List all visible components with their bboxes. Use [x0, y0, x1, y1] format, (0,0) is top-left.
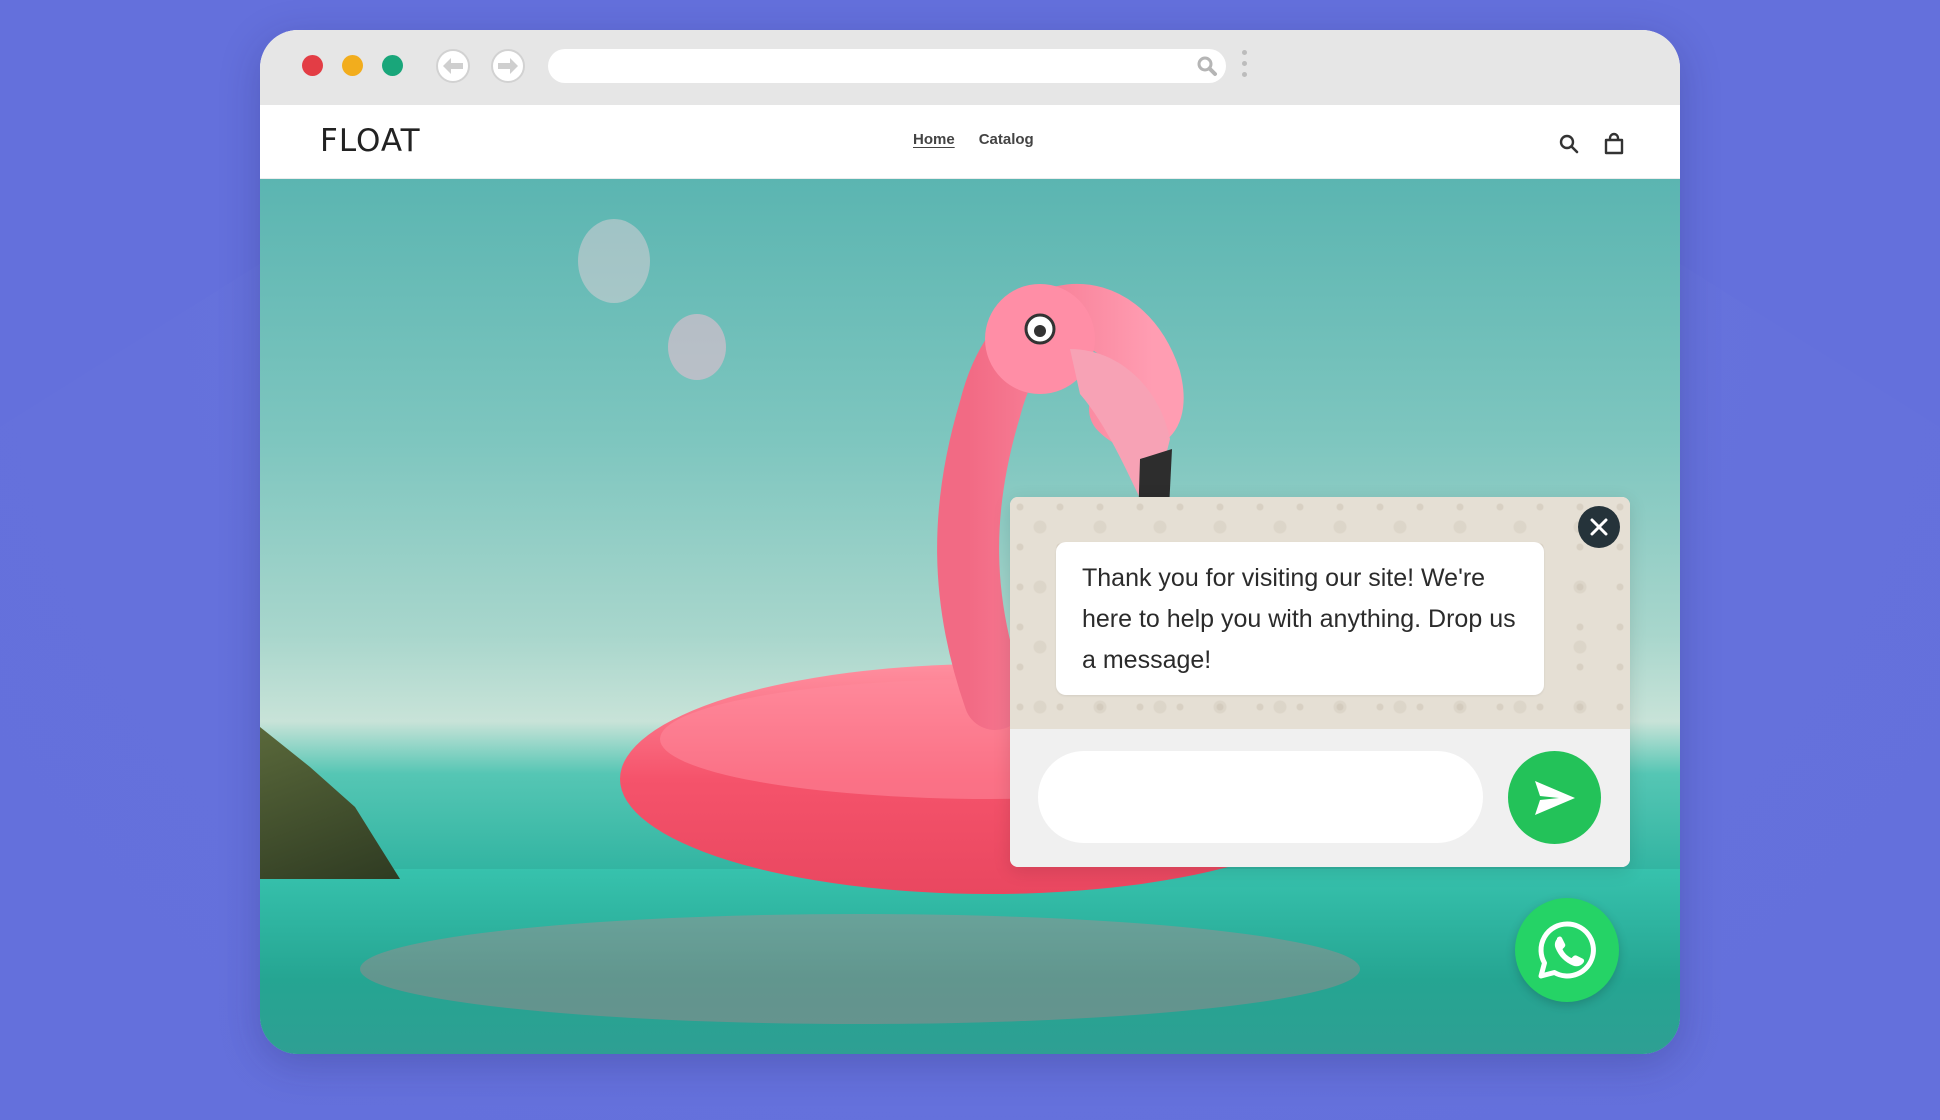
chat-footer: [1010, 729, 1630, 867]
shopping-bag-icon[interactable]: [1602, 132, 1626, 156]
site-nav: Home Catalog: [913, 131, 1034, 148]
arrow-right-icon: [498, 58, 518, 74]
search-icon[interactable]: [1557, 132, 1581, 156]
chat-body: Thank you for visiting our site! We're h…: [1010, 497, 1630, 729]
forward-button[interactable]: [491, 49, 525, 83]
chat-send-button[interactable]: [1508, 751, 1601, 844]
arrow-left-icon: [443, 58, 463, 74]
chat-close-button[interactable]: [1578, 506, 1620, 548]
nav-catalog[interactable]: Catalog: [979, 131, 1034, 148]
send-icon: [1534, 780, 1575, 815]
browser-titlebar: [260, 30, 1680, 105]
site-header: FLOAT Home Catalog: [260, 105, 1680, 179]
back-button[interactable]: [436, 49, 470, 83]
nav-home[interactable]: Home: [913, 131, 955, 148]
site-logo[interactable]: FLOAT: [320, 123, 421, 159]
whatsapp-icon: [1538, 921, 1596, 979]
chat-message-input[interactable]: [1038, 751, 1483, 843]
vertical-dots-icon[interactable]: [1242, 50, 1248, 84]
close-icon: [1590, 518, 1608, 536]
address-bar[interactable]: [548, 49, 1226, 83]
chat-widget: Thank you for visiting our site! We're h…: [1010, 497, 1630, 867]
window-zoom-dot[interactable]: [382, 55, 403, 76]
chat-message-bubble: Thank you for visiting our site! We're h…: [1056, 542, 1544, 695]
window-close-dot[interactable]: [302, 55, 323, 76]
browser-window: FLOAT Home Catalog Thank you for visitin…: [260, 30, 1680, 1054]
search-icon[interactable]: [1196, 55, 1218, 77]
window-minimize-dot[interactable]: [342, 55, 363, 76]
whatsapp-launcher-button[interactable]: [1515, 898, 1619, 1002]
